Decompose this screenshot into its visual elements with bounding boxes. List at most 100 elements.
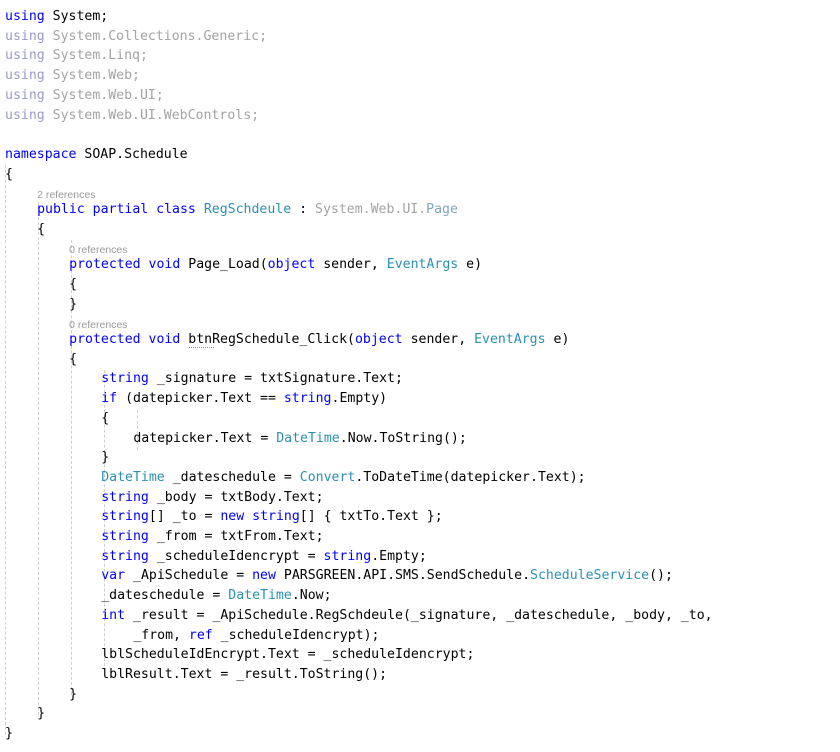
code-line[interactable]: public partial class RegSchdeule : Syste… [37,200,458,220]
code-line[interactable]: { [5,165,13,185]
code-token: Convert [299,469,356,485]
code-token: object [354,332,403,348]
code-token: ScheduleService [530,568,650,584]
code-line[interactable]: using System.Linq; [5,46,148,66]
code-line[interactable]: string[] _to = new string[] { txtTo.Text… [101,507,442,527]
code-token: new [252,568,276,584]
code-token: string [101,371,149,387]
code-token: object [267,257,316,273]
code-line[interactable]: using System; [5,7,108,27]
code-line[interactable]: using System.Web.UI.WebControls; [5,106,259,126]
code-token: { [69,276,78,292]
code-line[interactable]: { [69,275,77,295]
code-line[interactable]: string _scheduleIdencrypt = string.Empty… [101,547,427,567]
code-line[interactable]: { [101,409,109,429]
code-line[interactable]: if (datepicker.Text == string.Empty) [101,389,387,409]
code-line[interactable]: string _signature = txtSignature.Text; [101,369,403,389]
code-token: .Empty) [331,391,388,407]
code-token: { [5,166,13,182]
code-token: System.Web.UI.WebControls; [44,107,260,123]
code-token: using [5,87,45,103]
code-token: int [101,607,126,623]
code-content[interactable]: using System; using System.Collections.Ge… [0,0,840,752]
code-token: System.Linq; [44,48,148,64]
code-token: _from, [133,627,189,643]
code-line[interactable]: } [101,448,109,468]
code-token: : [291,202,315,218]
code-token: using [5,9,45,24]
code-token: e) [458,257,483,273]
code-token: if [101,391,118,407]
code-token: .Now.ToString(); [339,430,467,446]
code-line[interactable]: int _result = _ApiSchedule.RegSchdeule(_… [101,606,712,626]
code-token: _ApiSchedule = [125,568,253,584]
code-line[interactable]: namespace SOAP.Schedule [5,145,188,165]
code-line[interactable]: using System.Collections.Generic; [5,27,267,47]
code-token: DateTime [101,469,165,485]
code-token: string [101,489,149,505]
code-token: protected void [69,332,181,348]
code-token: } [37,706,46,722]
code-token: _dateschedule = [164,469,300,485]
code-token: { [101,410,110,426]
code-token: RegSchdeule [203,202,292,218]
code-line[interactable]: } [69,295,77,315]
code-line[interactable]: _from, ref _scheduleIdencrypt); [133,626,379,646]
code-line[interactable]: } [5,724,13,744]
code-token: System.Web.UI. [315,202,427,218]
code-token: } [69,296,78,312]
code-line[interactable]: { [37,220,45,240]
code-token: ref [188,627,213,643]
code-editor-surface[interactable]: using System; using System.Collections.Ge… [0,0,840,752]
code-token: string [252,509,300,525]
code-token: _from = txtFrom.Text; [148,529,324,545]
code-token: { [69,351,78,367]
code-token: DateTime [276,430,340,446]
code-token: string [101,548,149,564]
code-token: { [37,221,46,237]
code-token: protected void [69,257,181,273]
code-token: _result = _ApiSchedule.RegSchdeule(_sign… [125,607,713,623]
code-line[interactable]: lblScheduleIdEncrypt.Text = _scheduleIde… [101,645,474,665]
code-token: using [5,107,45,123]
code-token: (datepicker.Text == [117,391,284,407]
code-token: _scheduleIdencrypt = [148,548,324,564]
code-token: lblScheduleIdEncrypt.Text = _scheduleIde… [101,647,475,663]
code-token: EventArgs [386,257,459,273]
code-line[interactable]: protected void btnRegSchedule_Click(obje… [69,330,569,350]
code-token: string [323,548,372,564]
code-line[interactable]: _dateschedule = DateTime.Now; [101,586,331,606]
code-line[interactable]: protected void Page_Load(object sender, … [69,255,482,275]
code-token: lblResult.Text = _result.ToString(); [101,666,388,682]
code-token: btnRegSchedule_Click( [180,332,355,348]
code-line[interactable]: var _ApiSchedule = new PARSGREEN.API.SMS… [101,566,673,586]
code-token: EventArgs [474,332,546,348]
code-token: _signature = txtSignature.Text; [148,371,403,387]
code-line[interactable]: DateTime _dateschedule = Convert.ToDateT… [101,468,585,488]
code-token: _body = txtBody.Text; [148,489,324,505]
code-token: } [69,686,78,702]
code-line[interactable]: datepicker.Text = DateTime.Now.ToString(… [133,429,467,449]
code-token: Page [426,202,458,218]
code-token: using [5,68,45,84]
code-line[interactable]: using System.Web; [5,66,140,86]
code-token: DateTime [228,588,292,604]
code-token: _dateschedule = [101,588,229,604]
code-line[interactable]: using System.Web.UI; [5,86,164,106]
code-line[interactable]: { [69,350,77,370]
code-line[interactable]: string _body = txtBody.Text; [101,488,323,508]
code-token: System; [44,9,109,24]
code-token: using [5,48,45,64]
code-token: SOAP.Schedule [76,146,188,162]
quick-actions-underline-icon[interactable] [189,347,214,349]
code-line[interactable]: } [69,685,77,705]
code-token: .ToDateTime(datepicker.Text); [355,469,586,485]
code-line[interactable]: string _from = txtFrom.Text; [101,527,323,547]
code-token: [] _to = [148,509,221,525]
code-token: (); [649,568,673,584]
code-line[interactable]: lblResult.Text = _result.ToString(); [101,665,387,685]
code-line[interactable]: } [37,704,45,724]
code-token: string [101,529,149,545]
code-token: System.Web; [44,68,140,84]
